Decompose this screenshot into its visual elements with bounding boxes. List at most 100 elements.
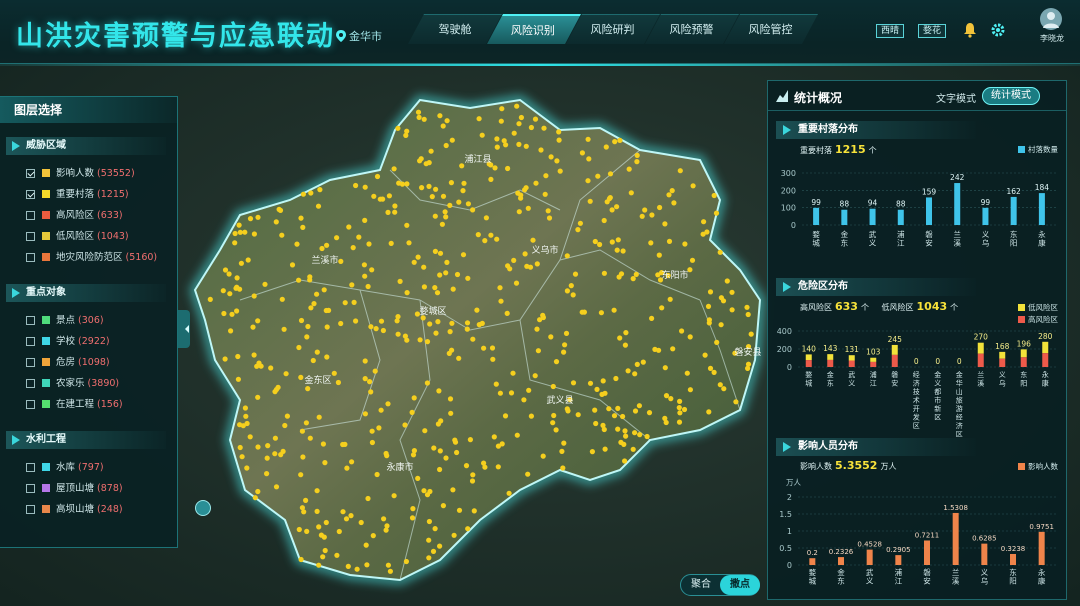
village-dot: [471, 508, 477, 514]
layer-checkbox[interactable]: [26, 463, 35, 472]
bar: [838, 557, 844, 565]
stat-mode-button[interactable]: 统计模式: [982, 87, 1040, 105]
data-label: 0.2: [807, 549, 818, 557]
user-avatar[interactable]: [1040, 8, 1062, 30]
people-bar-chart: 万人 0 0.5 1 1.5 2 0.2 婺城 0.2326 金东 0.4528 武义 0.2905 浦江…: [779, 478, 1056, 586]
village-dot: [378, 407, 384, 413]
tab-risk-identification[interactable]: 风险识别: [487, 14, 581, 44]
village-dot: [387, 568, 393, 574]
layer-checkbox[interactable]: [26, 337, 35, 346]
village-dot: [294, 241, 300, 247]
village-dot: [612, 139, 618, 145]
layer-item[interactable]: 景点 (306): [0, 310, 177, 331]
app-title: 山洪灾害预警与应急联动: [16, 21, 335, 52]
village-dot: [595, 173, 601, 179]
x-tick-label: 磐安: [923, 567, 931, 586]
village-dot: [646, 410, 653, 416]
bell-icon[interactable]: [962, 22, 978, 38]
layer-checkbox[interactable]: [26, 190, 35, 199]
location-selector[interactable]: 金华市: [336, 28, 382, 44]
layer-item[interactable]: 在建工程 (156): [0, 394, 177, 415]
village-dot: [677, 398, 683, 404]
village-dot: [356, 234, 362, 240]
village-dot: [234, 284, 240, 290]
layer-checkbox[interactable]: [26, 316, 35, 325]
scatter-option[interactable]: 撒点: [720, 575, 760, 595]
layer-item[interactable]: 农家乐 (3890): [0, 373, 177, 394]
x-tick-label: 永康: [1038, 567, 1046, 586]
layer-checkbox[interactable]: [26, 169, 35, 178]
village-dot: [364, 562, 370, 568]
village-dot: [426, 555, 432, 561]
layer-checkbox[interactable]: [26, 232, 35, 241]
x-tick-label: 金东: [841, 229, 849, 248]
village-dot: [353, 318, 359, 324]
layer-item[interactable]: 屋顶山塘 (878): [0, 478, 177, 499]
layer-type-icon: [42, 358, 50, 366]
village-dot: [392, 209, 398, 215]
village-dot: [350, 245, 356, 251]
stats-panel-header: 统计概况 文字模式 统计模式: [768, 81, 1066, 111]
layer-group-title: 水利工程: [6, 431, 166, 449]
tab-risk-warning[interactable]: 风险预警: [645, 14, 739, 44]
layer-checkbox[interactable]: [26, 211, 35, 220]
cluster-option[interactable]: 聚合: [681, 575, 721, 595]
village-dot: [611, 307, 617, 313]
gear-icon[interactable]: [990, 22, 1006, 38]
data-label: 245: [888, 335, 903, 344]
globe-icon[interactable]: [195, 500, 211, 516]
village-dot: [615, 237, 621, 243]
village-dot: [322, 460, 328, 466]
text-mode-button[interactable]: 文字模式: [936, 90, 976, 105]
layer-checkbox[interactable]: [26, 505, 35, 514]
weather-button-2[interactable]: 婺花: [918, 24, 947, 38]
tab-risk-assessment[interactable]: 风险研判: [566, 14, 660, 44]
bar-high-risk: [827, 359, 834, 367]
village-dot: [399, 181, 405, 187]
village-dot: [564, 288, 571, 294]
village-dot: [222, 356, 228, 362]
layer-checkbox[interactable]: [26, 484, 35, 493]
tab-cockpit[interactable]: 驾驶舱: [408, 14, 502, 44]
village-dot: [299, 428, 305, 434]
layer-item[interactable]: 水库 (797): [0, 457, 177, 478]
layer-item[interactable]: 危房 (1098): [0, 352, 177, 373]
layer-checkbox[interactable]: [26, 400, 35, 409]
layer-checkbox[interactable]: [26, 358, 35, 367]
collapse-panel-button[interactable]: [178, 310, 190, 348]
village-dot: [556, 129, 562, 135]
village-dot: [363, 542, 369, 548]
village-dot: [586, 156, 592, 162]
village-dot: [701, 219, 707, 225]
bar-high-risk: [1042, 353, 1049, 367]
layer-item[interactable]: 低风险区 (1043): [0, 226, 177, 247]
village-dot: [417, 337, 423, 343]
layer-item[interactable]: 学校 (2922): [0, 331, 177, 352]
layer-checkbox[interactable]: [26, 253, 35, 262]
x-tick-label: 婺城: [809, 567, 817, 586]
village-dot: [366, 241, 372, 247]
tab-risk-control[interactable]: 风险管控: [724, 14, 818, 44]
village-dot: [513, 280, 520, 286]
bar: [982, 207, 989, 225]
village-dot: [388, 240, 394, 246]
layer-count: (1215): [97, 189, 129, 200]
x-tick-label: 金东: [827, 370, 834, 388]
layer-item[interactable]: 地灾风险防范区 (5160): [0, 247, 177, 268]
layer-item[interactable]: 高风险区 (633): [0, 205, 177, 226]
data-label: 280: [1038, 332, 1053, 341]
layer-item[interactable]: 高坝山塘 (248): [0, 499, 177, 520]
village-dot: [244, 465, 250, 471]
weather-button-1[interactable]: 西晴: [876, 24, 905, 38]
village-dot: [434, 290, 441, 296]
village-dot: [662, 415, 668, 421]
village-dot: [369, 267, 375, 273]
village-dot: [447, 329, 453, 335]
village-dot: [622, 428, 628, 434]
layer-item[interactable]: 重要村落 (1215): [0, 184, 177, 205]
village-dot: [516, 121, 522, 127]
village-dot: [276, 206, 282, 212]
layer-item[interactable]: 影响人数 (53552): [0, 163, 177, 184]
layer-checkbox[interactable]: [26, 379, 35, 388]
village-dot: [527, 264, 534, 270]
